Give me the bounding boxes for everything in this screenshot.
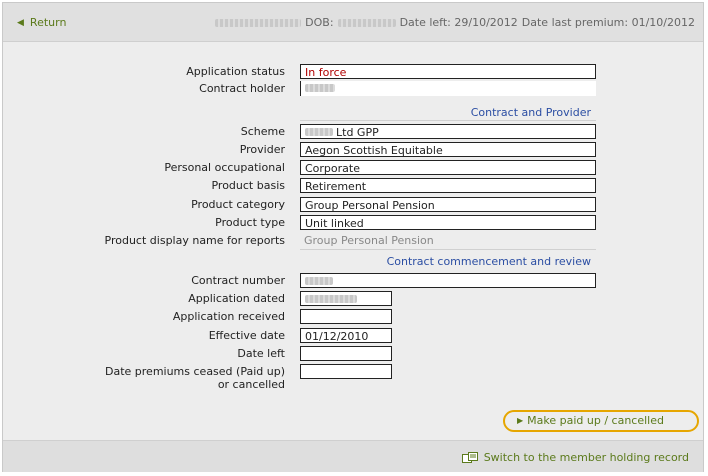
member-summary: DOB: Date left: 29/10/2012 Date last pre… xyxy=(215,16,695,29)
section-divider xyxy=(300,120,596,121)
make-paid-up-label: Make paid up / cancelled xyxy=(527,414,664,427)
product-category-field[interactable]: Group Personal Pension xyxy=(300,197,596,212)
scheme-field[interactable]: Ltd GPP xyxy=(300,124,596,139)
product-display-name-label: Product display name for reports xyxy=(104,234,285,247)
application-dated-redacted xyxy=(305,295,357,303)
contract-number-label: Contract number xyxy=(191,274,285,287)
effective-date-field[interactable]: 01/12/2010 xyxy=(300,328,392,343)
return-link[interactable]: ◀ Return xyxy=(17,16,66,29)
effective-date-label: Effective date xyxy=(208,329,285,342)
date-premiums-ceased-field[interactable] xyxy=(300,364,392,379)
date-left-field[interactable] xyxy=(300,346,392,361)
top-bar: ◀ Return DOB: Date left: 29/10/2012 Date… xyxy=(3,3,703,42)
switch-member-link[interactable]: Switch to the member holding record xyxy=(461,451,689,464)
product-category-label: Product category xyxy=(191,198,285,211)
scheme-label: Scheme xyxy=(240,125,285,138)
contract-holder-field[interactable] xyxy=(300,81,596,96)
product-display-name-value: Group Personal Pension xyxy=(304,234,434,247)
application-dated-label: Application dated xyxy=(188,292,285,305)
return-label: Return xyxy=(29,16,67,29)
contract-panel: ◀ Return DOB: Date left: 29/10/2012 Date… xyxy=(2,2,704,472)
personal-occupational-field[interactable]: Corporate xyxy=(300,160,596,175)
application-received-field[interactable] xyxy=(300,309,392,324)
scheme-redacted xyxy=(305,128,333,136)
bottom-bar: Switch to the member holding record xyxy=(3,440,703,472)
date-left-summary: Date left: 29/10/2012 xyxy=(399,16,518,29)
application-status-field[interactable]: In force xyxy=(300,64,596,79)
section-divider xyxy=(300,249,596,250)
make-paid-up-link[interactable]: ▶ Make paid up / cancelled xyxy=(517,414,664,427)
dob-redacted xyxy=(337,18,396,27)
section-commencement-review: Contract commencement and review xyxy=(386,255,591,268)
contract-holder-redacted xyxy=(305,84,335,92)
personal-occupational-label: Personal occupational xyxy=(164,161,285,174)
section-contract-provider: Contract and Provider xyxy=(470,106,591,119)
switch-record-icon xyxy=(461,451,478,463)
product-basis-label: Product basis xyxy=(211,179,285,192)
play-arrow-icon: ▶ xyxy=(517,416,524,425)
product-type-field[interactable]: Unit linked xyxy=(300,215,596,230)
date-left-label: Date left xyxy=(237,347,285,360)
provider-label: Provider xyxy=(239,143,285,156)
contract-number-field[interactable] xyxy=(300,273,596,288)
application-status-label: Application status xyxy=(186,65,285,78)
back-arrow-icon: ◀ xyxy=(17,17,24,28)
member-name-redacted xyxy=(215,18,302,27)
application-received-label: Application received xyxy=(172,310,285,323)
dob-label: DOB: xyxy=(305,16,334,29)
product-type-label: Product type xyxy=(215,216,285,229)
contract-holder-label: Contract holder xyxy=(199,82,285,95)
date-premiums-ceased-label-line2: or cancelled xyxy=(217,378,285,391)
date-last-premium-summary: Date last premium: 01/10/2012 xyxy=(521,16,695,29)
scheme-value: Ltd GPP xyxy=(336,126,379,139)
switch-member-label: Switch to the member holding record xyxy=(483,451,689,464)
application-dated-field[interactable] xyxy=(300,291,392,306)
contract-number-redacted xyxy=(305,277,333,285)
provider-field[interactable]: Aegon Scottish Equitable xyxy=(300,142,596,157)
product-basis-field[interactable]: Retirement xyxy=(300,178,596,193)
